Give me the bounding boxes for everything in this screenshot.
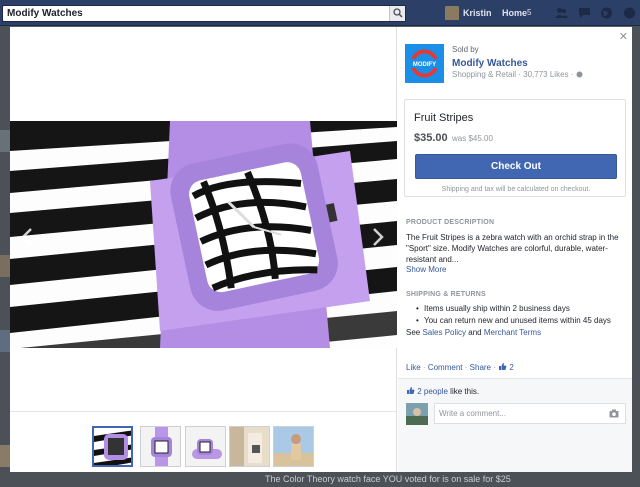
left-arrow-icon[interactable] <box>20 227 34 247</box>
background-thumb <box>0 445 10 467</box>
home-count-badge: 5 <box>527 8 532 17</box>
seller-meta: Shopping & Retail · 30,773 Likes · <box>452 70 583 79</box>
and-label: and <box>468 328 482 337</box>
seller-name-link[interactable]: Modify Watches <box>452 58 528 69</box>
product-price: $35.00 <box>414 132 448 144</box>
photo-pane <box>10 27 397 472</box>
thumbnail-5[interactable] <box>273 426 314 467</box>
background-feed-post: The Color Theory watch face YOU voted fo… <box>10 472 632 487</box>
thumbnail-divider <box>10 411 397 412</box>
product-modal: ✕ MODIFY Sold by Modify Watches Shopping… <box>10 27 632 472</box>
background-thumb <box>0 255 10 277</box>
likes-suffix: like this. <box>450 387 480 396</box>
product-title: Fruit Stripes <box>414 112 474 124</box>
friends-icon[interactable] <box>555 7 568 19</box>
shipping-returns-heading: SHIPPING & RETURNS <box>406 291 486 298</box>
policy-line: See Sales Policy and Merchant Terms <box>406 328 541 337</box>
like-count[interactable]: 2 <box>509 363 513 372</box>
seller-logo[interactable]: MODIFY <box>405 44 444 83</box>
home-link[interactable]: Home <box>502 8 527 18</box>
search-value: Modify Watches <box>7 8 83 19</box>
watch-photo-image <box>10 121 397 348</box>
profile-avatar[interactable] <box>445 6 459 20</box>
settings-icon[interactable] <box>623 7 636 19</box>
thumbs-up-icon <box>499 363 507 370</box>
merchant-terms-link[interactable]: Merchant Terms <box>484 328 541 337</box>
search-icon <box>393 8 403 18</box>
comment-input[interactable]: Write a comment... <box>434 403 626 424</box>
globe-icon <box>576 71 583 78</box>
background-thumb <box>0 130 10 152</box>
background-post-text: The Color Theory watch face YOU voted fo… <box>265 474 511 484</box>
original-price: was $45.00 <box>452 134 493 143</box>
right-arrow-icon[interactable] <box>371 227 385 247</box>
likes-summary: 2 people like this. <box>406 386 479 396</box>
search-input[interactable]: Modify Watches <box>2 5 406 22</box>
check-out-button[interactable]: Check Out <box>415 154 617 179</box>
seller-meta-text: Shopping & Retail · 30,773 Likes · <box>452 70 574 79</box>
close-icon[interactable]: ✕ <box>619 30 628 43</box>
share-link[interactable]: Share <box>470 363 491 372</box>
thumbnail-1[interactable] <box>92 426 133 467</box>
comment-link[interactable]: Comment <box>428 363 463 372</box>
like-link[interactable]: Like <box>406 363 421 372</box>
background-page-right <box>632 26 640 487</box>
messages-icon[interactable] <box>578 7 591 19</box>
product-side-panel: ✕ MODIFY Sold by Modify Watches Shopping… <box>398 27 632 472</box>
profile-name-link[interactable]: Kristin <box>463 8 492 18</box>
likers-link[interactable]: 2 people <box>417 387 448 396</box>
sold-by-label: Sold by <box>452 45 479 54</box>
shipping-note: Shipping and tax will be calculated on c… <box>441 186 591 193</box>
comment-placeholder: Write a comment... <box>439 409 506 418</box>
product-photo[interactable] <box>10 121 397 348</box>
camera-icon[interactable] <box>609 409 619 418</box>
facebook-top-bar: Modify Watches Kristin Home 5 <box>0 0 640 26</box>
price-box: Fruit Stripes $35.00 was $45.00 Check Ou… <box>404 99 626 197</box>
post-actions: Like · Comment · Share · 2 <box>406 363 514 372</box>
globe-icon[interactable] <box>600 7 613 19</box>
shipping-item: Items usually ship within 2 business day… <box>416 303 630 315</box>
thumbnail-3[interactable] <box>185 426 226 467</box>
sales-policy-link[interactable]: Sales Policy <box>422 328 466 337</box>
product-description-text: The Fruit Stripes is a zebra watch with … <box>406 233 619 264</box>
see-label: See <box>406 328 421 337</box>
shipping-list: Items usually ship within 2 business day… <box>416 303 630 327</box>
search-button[interactable] <box>389 6 405 21</box>
product-description-heading: PRODUCT DESCRIPTION <box>406 219 495 226</box>
thumbnail-4[interactable] <box>229 426 270 467</box>
show-more-link[interactable]: Show More <box>406 265 446 274</box>
seller-logo-text: MODIFY <box>413 62 436 68</box>
shipping-item: You can return new and unused items with… <box>416 315 630 327</box>
thumbs-up-icon <box>407 387 415 394</box>
background-thumb <box>0 330 10 352</box>
feedback-section: 2 people like this. Write a comment... <box>398 378 632 472</box>
thumbnail-2[interactable] <box>140 426 181 467</box>
commenter-avatar <box>406 403 428 425</box>
